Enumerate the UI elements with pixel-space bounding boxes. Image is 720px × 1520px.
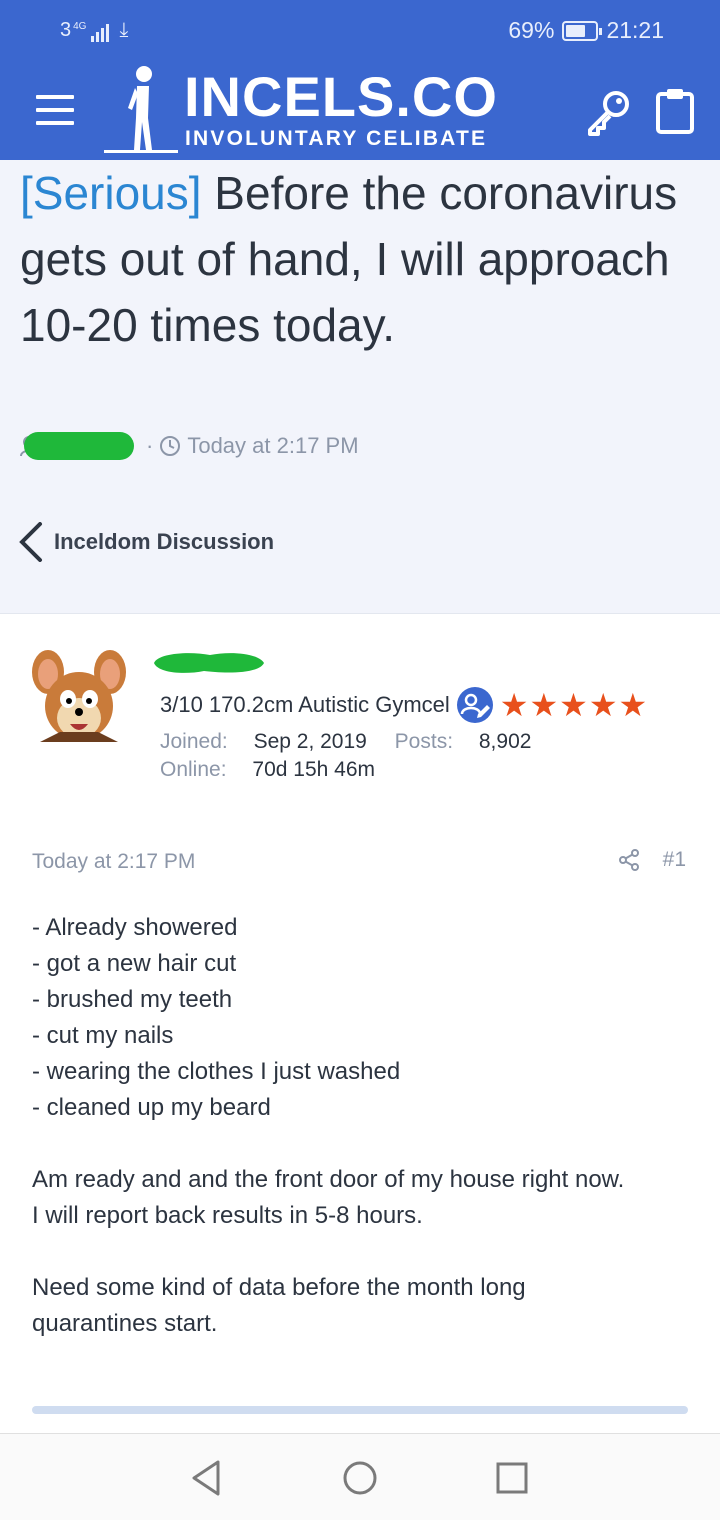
list-item: - got a new hair cut [32,950,237,977]
paragraph-line: quarantines start. [32,1310,218,1337]
posts-value: 8,902 [478,730,532,753]
standing-man-icon [104,66,178,153]
paragraph-line: Need some kind of data before the month … [32,1274,526,1301]
author-redaction[interactable] [24,432,134,460]
logo-subtitle: INVOLUNTARY CELIBATE [185,127,488,150]
post-number[interactable]: #1 [663,848,686,872]
status-bar: 3 4G ⤓ 69% 21:21 [0,0,720,60]
user-title: 3/10 170.2cm Autistic Gymcel ★★★★★ [160,686,648,724]
back-triangle-icon [192,1460,220,1496]
key-icon [588,91,629,136]
home-circle-icon [343,1461,377,1495]
system-nav-bar [0,1433,720,1520]
signal-bars-icon [91,24,110,42]
recents-square-icon [496,1462,528,1494]
app-header: 3 4G ⤓ 69% 21:21 INCELS.CO INVOLUNTARY C… [0,0,720,160]
post-body: - Already showered - got a new hair cut … [32,910,692,1378]
thread-title: [Serious] Before the coronavirus gets ou… [20,160,700,358]
avatar-image [32,650,126,742]
chevron-left-icon [19,522,42,562]
meta-separator: · [146,433,154,458]
post-footer-bar [32,1406,688,1414]
hamburger-icon [36,95,74,99]
breadcrumb-label: Inceldom Discussion [54,529,275,554]
user-badge-icon [456,687,493,723]
list-item: - wearing the clothes I just washed [32,1058,401,1085]
carrier-label: 3 [60,19,72,41]
battery-percent: 69% [508,17,555,43]
username-redaction[interactable] [150,649,266,677]
thread-date[interactable]: Today at 2:17 PM [187,433,358,459]
home-button[interactable] [340,1458,380,1498]
paragraph-line: I will report back results in 5-8 hours. [32,1202,423,1229]
post-paragraph: Am ready and and the front door of my ho… [32,1162,692,1234]
post-date[interactable]: Today at 2:17 PM [32,850,195,874]
list-item: - Already showered [32,914,238,941]
battery-icon [562,20,603,41]
joined-value: Sep 2, 2019 [253,730,367,753]
register-button[interactable] [654,86,696,136]
thread-prefix[interactable]: [Serious] [20,167,202,219]
online-value: 70d 15h 46m [252,758,375,781]
clock-icon [160,436,181,456]
rating-stars: ★★★★★ [499,687,649,723]
post-paragraph: Need some kind of data before the month … [32,1270,692,1342]
list-item: - cleaned up my beard [32,1094,271,1121]
menu-button[interactable] [36,95,74,125]
post-actions: #1 [617,848,686,872]
signal-indicator: 3 4G ⤓ [60,19,128,42]
download-icon: ⤓ [119,19,129,41]
thread-meta: · Today at 2:17 PM [20,430,359,462]
login-button[interactable] [584,86,634,136]
network-type: 4G [73,21,87,32]
online-label: Online: [160,758,227,781]
list-item: - brushed my teeth [32,986,233,1013]
user-stats: Joined: Sep 2, 2019 Posts: 8,902 Online:… [160,728,531,784]
joined-label: Joined: [160,730,228,753]
posts-label: Posts: [394,730,454,753]
breadcrumb[interactable]: Inceldom Discussion [18,520,274,564]
list-item: - cut my nails [32,1022,174,1049]
recents-button[interactable] [492,1458,532,1498]
post-checklist: - Already showered - got a new hair cut … [32,910,692,1126]
post-card: 3/10 170.2cm Autistic Gymcel ★★★★★ Joine… [0,613,720,1433]
clock: 21:21 [606,17,664,43]
clipboard-icon [656,89,694,134]
share-icon[interactable] [617,848,641,872]
site-logo[interactable]: INCELS.CO INVOLUNTARY CELIBATE [104,64,504,156]
back-button[interactable] [186,1458,226,1498]
paragraph-line: Am ready and and the front door of my ho… [32,1166,625,1193]
avatar[interactable] [30,644,128,744]
user-title-text: 3/10 170.2cm Autistic Gymcel [160,692,450,717]
logo-title: INCELS.CO [184,65,498,128]
